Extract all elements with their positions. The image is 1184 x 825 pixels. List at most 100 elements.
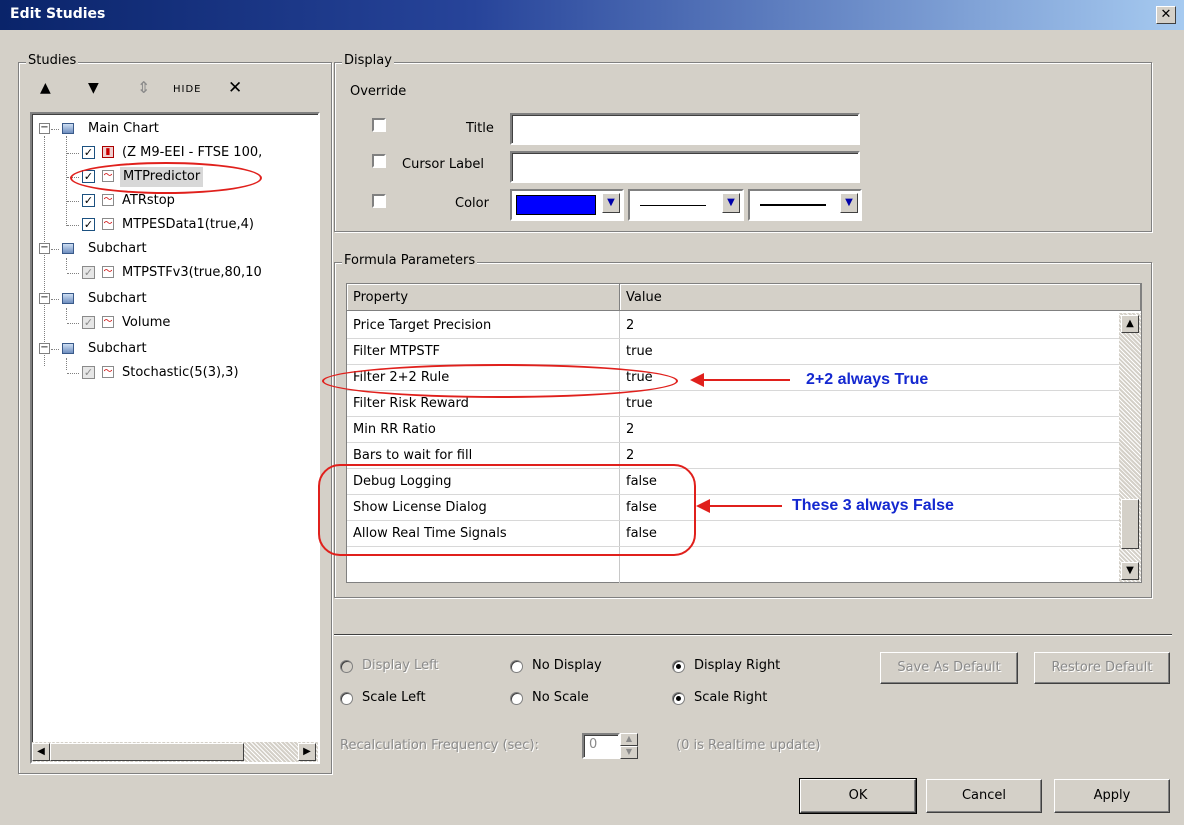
study-icon: 〜	[102, 366, 114, 378]
display-right-label: Display Right	[694, 658, 781, 673]
scroll-thumb[interactable]	[50, 743, 244, 761]
tree-label: Subchart	[88, 241, 147, 256]
restore-default-button[interactable]: Restore Default	[1034, 652, 1170, 684]
ok-button[interactable]: OK	[799, 778, 917, 814]
scale-left-label: Scale Left	[362, 690, 426, 705]
cancel-button[interactable]: Cancel	[926, 779, 1042, 813]
recalc-spinner[interactable]: ▲ ▼	[620, 733, 638, 759]
table-vertical-scrollbar[interactable]: ▲ ▼	[1119, 313, 1141, 582]
reorder-icon[interactable]: ⇕	[137, 78, 150, 97]
title-input[interactable]	[510, 113, 860, 145]
no-scale-radio[interactable]	[510, 692, 523, 705]
chart-group-icon	[62, 293, 74, 304]
cursor-label-input[interactable]	[510, 151, 860, 183]
tree-label: (Z M9-EEI - FTSE 100,	[122, 145, 263, 160]
tree-group-subchart[interactable]: − Subchart	[32, 288, 312, 310]
delete-icon[interactable]: ✕	[228, 78, 242, 98]
value-cell[interactable]: true	[620, 339, 653, 365]
override-label: Override	[350, 84, 407, 99]
tree-label: Volume	[122, 315, 171, 330]
no-display-label: No Display	[532, 658, 602, 673]
visibility-checkbox[interactable]: ✓	[82, 194, 95, 207]
column-header-property[interactable]: Property	[347, 284, 620, 311]
scale-left-radio[interactable]	[340, 692, 353, 705]
tree-group-main-chart[interactable]: − Main Chart	[32, 118, 312, 140]
window-title: Edit Studies	[10, 6, 106, 22]
scroll-down-icon[interactable]: ▼	[1121, 562, 1139, 580]
recalc-frequency-input[interactable]: 0	[582, 733, 620, 759]
collapse-icon[interactable]: −	[39, 123, 50, 134]
scale-right-label: Scale Right	[694, 690, 768, 705]
studies-tree[interactable]: − Main Chart ✓ ▮ (Z M9-EEI - FTSE 100, ✓…	[30, 112, 320, 764]
chevron-down-icon[interactable]: ▼	[602, 193, 620, 213]
tree-item-study[interactable]: ✓ 〜 Volume	[32, 312, 312, 334]
tree-group-subchart[interactable]: − Subchart	[32, 238, 312, 260]
highlight-ellipse	[70, 162, 262, 194]
no-scale-label: No Scale	[532, 690, 589, 705]
color-select[interactable]: ▼	[510, 189, 624, 221]
chevron-down-icon[interactable]: ▼	[840, 193, 858, 213]
scroll-right-icon[interactable]: ▶	[298, 743, 316, 761]
spin-up-icon[interactable]: ▲	[620, 733, 638, 746]
tree-item-study[interactable]: ✓ 〜 MTPESData1(true,4)	[32, 214, 312, 236]
value-cell[interactable]: true	[620, 391, 653, 417]
tree-horizontal-scrollbar[interactable]: ◀ ▶	[32, 742, 318, 762]
tree-label: MTPESData1(true,4)	[122, 217, 254, 232]
line-width-preview	[760, 204, 826, 206]
study-icon: 〜	[102, 194, 114, 206]
scroll-left-icon[interactable]: ◀	[32, 743, 50, 761]
price-study-icon: ▮	[102, 146, 114, 158]
visibility-checkbox[interactable]: ✓	[82, 316, 95, 329]
tree-group-subchart[interactable]: − Subchart	[32, 338, 312, 360]
study-icon: 〜	[102, 316, 114, 328]
tree-item-study[interactable]: ✓ 〜 Stochastic(5(3),3)	[32, 362, 312, 384]
close-icon: ✕	[1160, 7, 1172, 22]
recalc-frequency-label: Recalculation Frequency (sec):	[340, 738, 539, 753]
line-style-preview	[640, 205, 706, 206]
highlight-ellipse	[322, 364, 678, 398]
collapse-icon[interactable]: −	[39, 293, 50, 304]
studies-legend: Studies	[26, 53, 79, 68]
display-right-radio[interactable]	[672, 660, 685, 673]
move-down-icon[interactable]: ▼	[88, 80, 99, 96]
scroll-thumb[interactable]	[1121, 499, 1139, 549]
apply-button[interactable]: Apply	[1054, 779, 1170, 813]
display-left-radio[interactable]	[340, 660, 353, 673]
study-icon: 〜	[102, 266, 114, 278]
tree-item-study[interactable]: ✓ 〜 MTPSTFv3(true,80,10	[32, 262, 312, 284]
property-cell: Price Target Precision	[353, 318, 492, 333]
title-label: Title	[466, 121, 494, 136]
visibility-checkbox[interactable]: ✓	[82, 218, 95, 231]
column-header-value[interactable]: Value	[620, 284, 1141, 311]
override-cursor-label-checkbox[interactable]	[372, 154, 386, 168]
color-label: Color	[455, 196, 489, 211]
property-cell: Filter MTPSTF	[353, 344, 440, 359]
table-row[interactable]: Min RR Ratio 2	[347, 417, 1119, 443]
scale-right-radio[interactable]	[672, 692, 685, 705]
visibility-checkbox[interactable]: ✓	[82, 366, 95, 379]
override-color-checkbox[interactable]	[372, 194, 386, 208]
tree-label: MTPSTFv3(true,80,10	[122, 265, 262, 280]
highlight-ellipse	[318, 464, 696, 556]
save-as-default-button[interactable]: Save As Default	[880, 652, 1018, 684]
tree-label: Main Chart	[88, 121, 159, 136]
collapse-icon[interactable]: −	[39, 243, 50, 254]
scroll-up-icon[interactable]: ▲	[1121, 315, 1139, 333]
table-row[interactable]: Price Target Precision 2	[347, 313, 1119, 339]
hide-button[interactable]: HIDE	[173, 84, 202, 95]
value-cell[interactable]: 2	[620, 417, 634, 443]
chevron-down-icon[interactable]: ▼	[722, 193, 740, 213]
line-style-select[interactable]: ▼	[628, 189, 744, 221]
close-button[interactable]: ✕	[1156, 6, 1176, 24]
spin-down-icon[interactable]: ▼	[620, 746, 638, 759]
move-up-icon[interactable]: ▲	[40, 80, 51, 96]
visibility-checkbox[interactable]: ✓	[82, 146, 95, 159]
tree-item-study[interactable]: ✓ ▮ (Z M9-EEI - FTSE 100,	[32, 142, 312, 164]
no-display-radio[interactable]	[510, 660, 523, 673]
table-row[interactable]: Filter MTPSTF true	[347, 339, 1119, 365]
override-title-checkbox[interactable]	[372, 118, 386, 132]
value-cell[interactable]: 2	[620, 313, 634, 339]
visibility-checkbox[interactable]: ✓	[82, 266, 95, 279]
line-width-select[interactable]: ▼	[748, 189, 862, 221]
collapse-icon[interactable]: −	[39, 343, 50, 354]
